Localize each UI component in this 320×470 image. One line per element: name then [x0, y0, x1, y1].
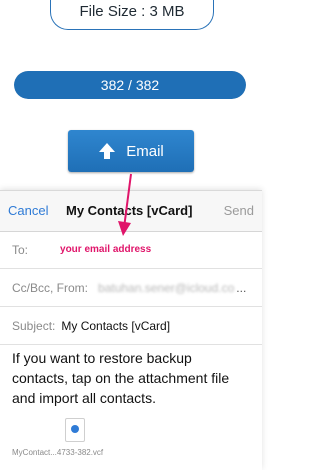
attachment-filename: MyContact...4733-382.vcf — [12, 448, 104, 457]
mail-compose-sheet: Cancel My Contacts [vCard] Send To: your… — [0, 190, 262, 470]
cc-ellipsis: ... — [236, 280, 247, 295]
to-label: To: — [12, 242, 29, 257]
message-body[interactable]: If you want to restore backup contacts, … — [12, 348, 248, 408]
vcard-attachment-icon[interactable] — [65, 418, 85, 442]
contact-dot-icon — [71, 425, 79, 433]
email-button[interactable]: Email — [68, 130, 194, 172]
email-button-label: Email — [126, 142, 164, 160]
file-size-pill: File Size : 3 MB — [50, 0, 214, 30]
subject-value: My Contacts [vCard] — [61, 318, 171, 333]
compose-navbar: Cancel My Contacts [vCard] Send — [0, 191, 262, 232]
compose-title: My Contacts [vCard] — [66, 203, 193, 218]
up-arrow-icon — [99, 143, 116, 159]
cc-label: Cc/Bcc, From: — [12, 280, 89, 295]
cc-value: batuhan.sener@icloud.co — [98, 280, 235, 295]
to-field[interactable]: To: your email address — [0, 231, 262, 269]
backup-panel: File Size : 3 MB 382 / 382 Email — [0, 0, 262, 190]
subject-field[interactable]: Subject: My Contacts [vCard] — [0, 307, 262, 345]
subject-label: Subject: — [12, 318, 56, 333]
send-button[interactable]: Send — [224, 203, 254, 218]
cc-bcc-from-field[interactable]: Cc/Bcc, From: batuhan.sener@icloud.co ..… — [0, 269, 262, 307]
progress-text: 382 / 382 — [100, 77, 160, 93]
file-size-label: File Size : 3 MB — [79, 3, 185, 20]
cancel-button[interactable]: Cancel — [8, 203, 48, 218]
progress-bar: 382 / 382 — [14, 71, 246, 99]
to-hint-annotation: your email address — [60, 244, 152, 255]
